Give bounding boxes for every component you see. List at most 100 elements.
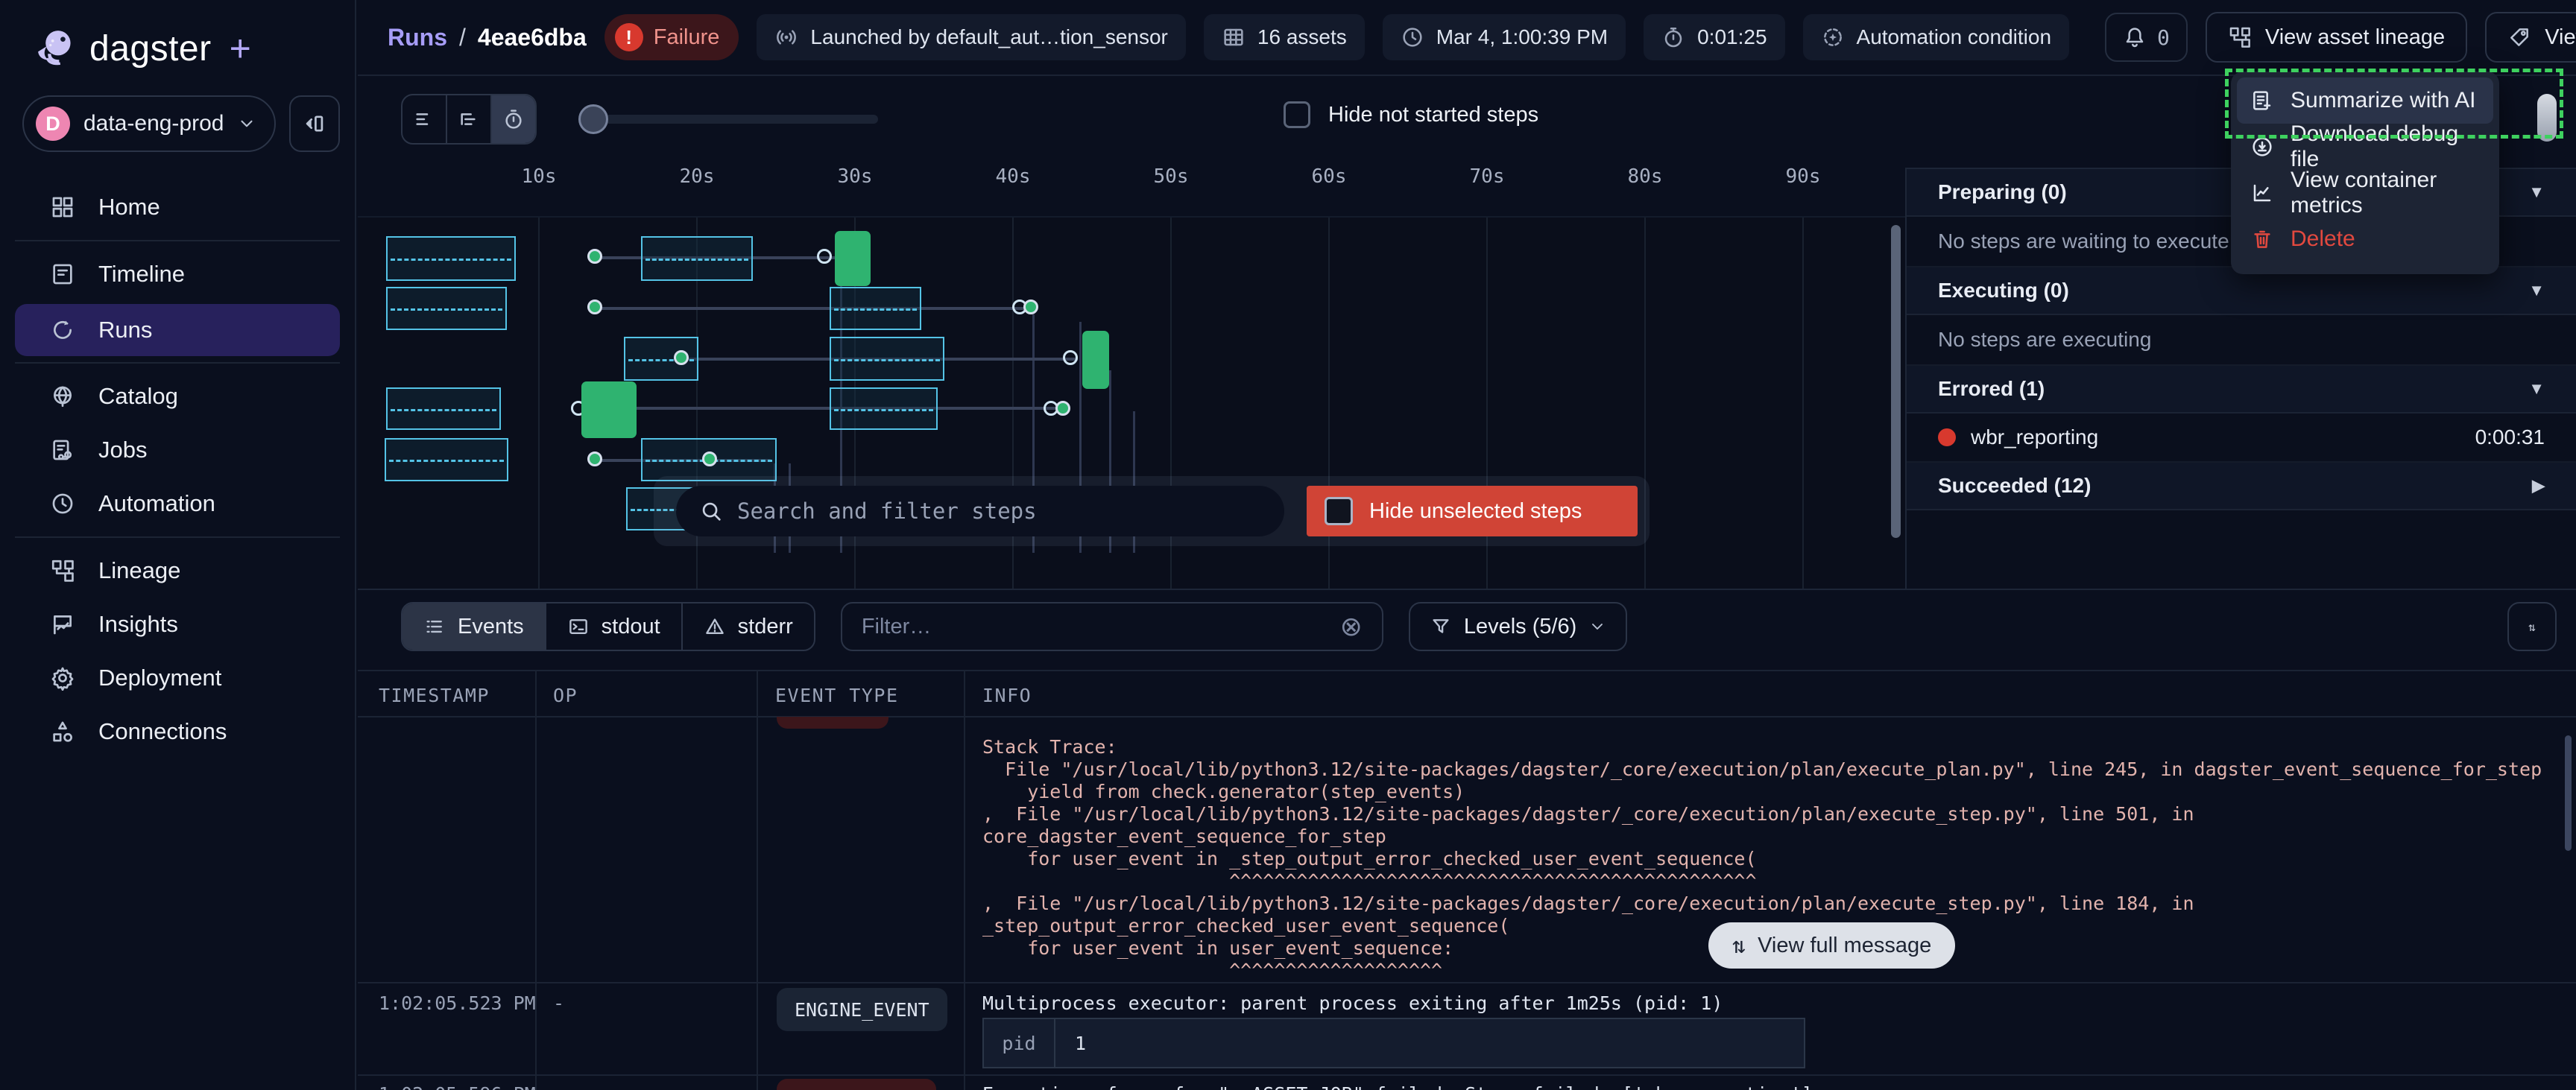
gantt-step-pending[interactable]: [385, 438, 508, 481]
log-filter-input[interactable]: [862, 615, 1327, 639]
section-errored[interactable]: Errored (1) ▼: [1907, 366, 2576, 413]
deployment-switcher[interactable]: D data-eng-prod: [22, 95, 276, 152]
gantt-mode-toggle: [401, 94, 537, 145]
gantt-step-pending[interactable]: [641, 236, 753, 281]
gantt-mode-flat-button[interactable]: [402, 95, 447, 143]
clear-filter-icon[interactable]: ⊗: [1340, 611, 1363, 642]
gantt-step-pending[interactable]: [830, 387, 938, 430]
gantt-mode-waterfall-button[interactable]: [447, 95, 492, 143]
step-search-box[interactable]: [676, 486, 1284, 536]
gantt-step-pending[interactable]: [386, 236, 516, 281]
sidebar-item-label: Lineage: [98, 557, 180, 584]
gantt-step-pending[interactable]: [830, 337, 944, 381]
menu-item-download-debug[interactable]: Download debug file: [2237, 124, 2493, 170]
column-divider: [535, 670, 537, 1090]
tab-stderr[interactable]: stderr: [683, 603, 814, 650]
sidebar-item-label: Catalog: [98, 383, 178, 410]
menu-item-delete[interactable]: Delete: [2237, 216, 2493, 262]
event-type-badge: RUN_FAILURE: [777, 1079, 936, 1090]
sidebar-item-home[interactable]: Home: [0, 180, 355, 234]
dagster-logo[interactable]: dagster +: [34, 27, 251, 70]
axis-tick: 60s: [1312, 165, 1347, 188]
gantt-step-pending[interactable]: [386, 387, 501, 430]
section-title: Succeeded (12): [1938, 474, 2091, 498]
gantt-step-success[interactable]: [1082, 331, 1109, 389]
sidebar-item-lineage[interactable]: Lineage: [0, 544, 355, 598]
gantt-step-pending[interactable]: [386, 287, 507, 330]
checkbox[interactable]: [1284, 101, 1310, 128]
tag-icon: [2507, 25, 2531, 49]
section-executing[interactable]: Executing (0) ▼: [1907, 267, 2576, 315]
events-scrollbar-thumb[interactable]: [2565, 735, 2572, 851]
status-badge-failure: ! Failure: [604, 14, 739, 60]
assets-tag[interactable]: 16 assets: [1204, 14, 1365, 60]
bell-icon: [2123, 25, 2147, 49]
errored-step-row[interactable]: wbr_reporting 0:00:31: [1907, 413, 2576, 463]
menu-item-container-metrics[interactable]: View container metrics: [2237, 170, 2493, 216]
view-asset-lineage-button[interactable]: View asset lineage: [2206, 12, 2467, 63]
levels-dropdown[interactable]: Levels (5/6): [1409, 602, 1628, 651]
notifications-button[interactable]: 0: [2105, 13, 2188, 62]
menu-item-label: Download debug file: [2291, 121, 2480, 172]
column-header-event-type: EVENT TYPE: [775, 685, 899, 706]
automation-condition-icon: [1821, 25, 1845, 49]
view-tags-config-button[interactable]: View tags and config: [2485, 12, 2576, 63]
gridline: [538, 218, 540, 589]
automation-condition-tag[interactable]: Automation condition: [1803, 14, 2070, 60]
event-op: -: [553, 1083, 564, 1090]
sidebar-item-runs[interactable]: Runs: [15, 304, 340, 356]
view-full-message-button[interactable]: ⇅ View full message: [1708, 922, 1955, 969]
axis-tick: 80s: [1628, 165, 1663, 188]
event-message: Multiprocess executor: parent process ex…: [982, 992, 1723, 1014]
gantt-scrollbar-thumb[interactable]: [1891, 225, 1901, 538]
section-title: Executing (0): [1938, 279, 2069, 302]
section-succeeded[interactable]: Succeeded (12) ▶: [1907, 463, 2576, 510]
sidebar-item-catalog[interactable]: Catalog: [0, 370, 355, 423]
event-metadata-table: pid 1: [982, 1018, 1805, 1068]
event-timestamp: 1:02:05.523 PM: [379, 992, 536, 1014]
checkbox-label: Hide unselected steps: [1369, 499, 1582, 524]
tab-stdout[interactable]: stdout: [546, 603, 683, 650]
step-search-input[interactable]: [737, 498, 1262, 524]
gantt-zoom-slider[interactable]: [583, 115, 878, 124]
warning-triangle-icon: [704, 615, 726, 638]
tab-events[interactable]: Events: [402, 603, 546, 650]
gantt-step-pending[interactable]: [830, 287, 921, 330]
hide-unselected-highlight[interactable]: Hide unselected steps: [1307, 486, 1638, 536]
error-status-dot: [1938, 428, 1956, 446]
sidebar-item-insights[interactable]: Insights: [0, 598, 355, 651]
sidebar-item-timeline[interactable]: Timeline: [0, 247, 355, 301]
column-divider: [964, 670, 965, 1090]
chart-line-icon: [2250, 181, 2274, 205]
expand-icon: ⇅: [1732, 933, 1746, 959]
brand-wordmark: dagster: [89, 28, 212, 69]
collapse-sidebar-button[interactable]: [289, 95, 340, 152]
events-section: Events stdout stderr ⊗: [358, 589, 2576, 1090]
column-header-op: OP: [553, 685, 578, 706]
gantt-zoom-slider-handle[interactable]: [578, 104, 608, 134]
sidebar-item-deployment[interactable]: Deployment: [0, 651, 355, 705]
breadcrumb-runs-link[interactable]: Runs: [388, 24, 447, 51]
button-label: View tags and config: [2545, 25, 2576, 50]
deployment-avatar: D: [36, 107, 70, 141]
log-filter-box[interactable]: ⊗: [841, 602, 1383, 651]
menu-item-label: View container metrics: [2291, 168, 2480, 218]
sidebar-item-jobs[interactable]: Jobs: [0, 423, 355, 477]
terminal-icon: [567, 615, 590, 638]
scroll-top-bottom-button[interactable]: ⇅: [2507, 602, 2557, 651]
gantt-step-success[interactable]: [581, 381, 637, 438]
launched-by-tag[interactable]: Launched by default_aut…tion_sensor: [757, 14, 1185, 60]
brand-plus: +: [230, 27, 251, 70]
breadcrumb-separator: /: [459, 24, 466, 51]
sidebar-item-label: Jobs: [98, 437, 147, 463]
sidebar-item-automation[interactable]: Automation: [0, 477, 355, 530]
clock-icon: [1401, 25, 1424, 49]
run-actions-menu: Summarize with AI Download debug file Vi…: [2231, 72, 2499, 274]
sidebar-item-connections[interactable]: Connections: [0, 705, 355, 758]
hide-not-started-checkbox[interactable]: Hide not started steps: [1284, 101, 1538, 128]
scrollbar-thumb[interactable]: [2537, 94, 2557, 142]
menu-item-summarize-ai[interactable]: Summarize with AI: [2237, 77, 2493, 124]
gantt-step-success[interactable]: [835, 231, 871, 286]
hide-unselected-checkbox[interactable]: [1325, 497, 1353, 525]
gantt-mode-timed-button[interactable]: [492, 95, 535, 143]
